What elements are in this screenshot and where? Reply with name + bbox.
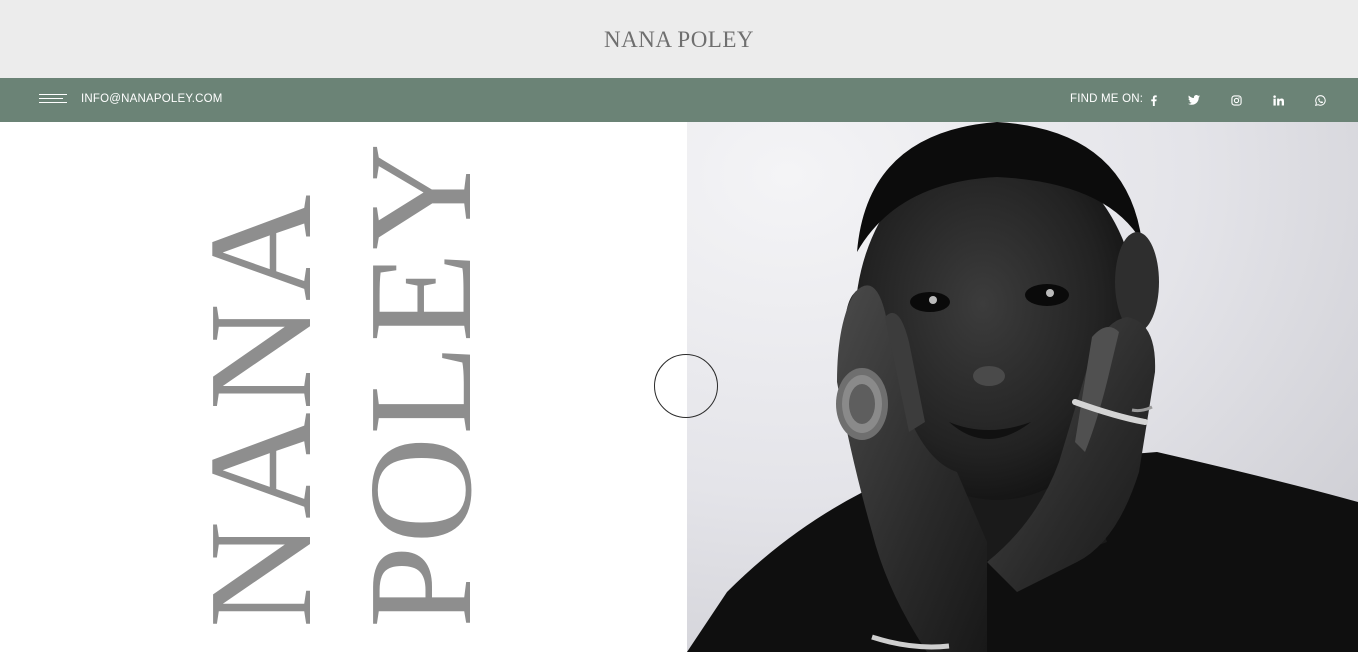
email-link[interactable]: INFO@NANAPOLEY.COM [81, 93, 223, 105]
whatsapp-icon[interactable] [1310, 90, 1330, 110]
linkedin-icon[interactable] [1268, 90, 1288, 110]
hero-title-last-name: POLEY [339, 141, 503, 628]
twitter-icon[interactable] [1184, 90, 1204, 110]
portrait-photo [687, 122, 1358, 652]
site-logo[interactable]: NANA POLEY [604, 27, 754, 53]
contact-bar: INFO@NANAPOLEY.COM FIND ME ON: [0, 78, 1358, 122]
hamburger-menu-icon[interactable] [39, 92, 67, 106]
find-me-label: FIND ME ON: [1070, 93, 1144, 105]
instagram-icon[interactable] [1226, 90, 1246, 110]
site-header: NANA POLEY [0, 0, 1358, 78]
facebook-icon[interactable] [1144, 90, 1164, 110]
portrait-photo-illustration [687, 122, 1358, 652]
hero-title-first-name: NANA [179, 192, 343, 628]
scroll-circle-button[interactable] [654, 354, 718, 418]
